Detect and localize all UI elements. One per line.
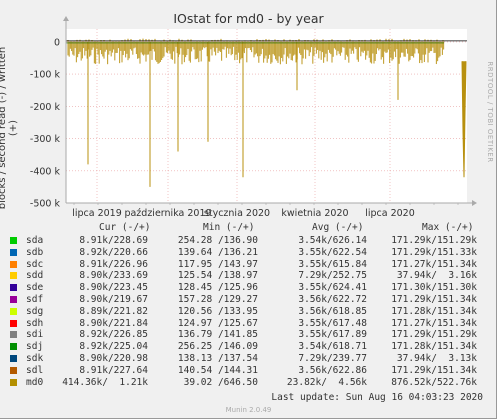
x-axis-arrow — [472, 200, 477, 206]
legend-value-avg: 7.29k/252.75 — [298, 270, 367, 282]
legend-swatch — [10, 378, 17, 386]
last-update: Last update: Sun Aug 16 04:03:23 2020 — [271, 392, 483, 403]
x-tick-label: lipca 2019 — [72, 208, 122, 219]
legend-swatch — [10, 296, 17, 303]
legend-value-min: 138.13 /137.54 — [177, 353, 258, 364]
legend-value-cur: 8.90k/219.67 — [79, 294, 148, 305]
legend-value-min: 125.54 /138.97 — [177, 270, 258, 282]
legend-value-cur: 8.90k/233.69 — [79, 270, 148, 282]
legend-value-avg: 3.56k/618.85 — [298, 305, 367, 317]
legend-swatch — [10, 260, 17, 268]
legend-value-max: 171.29k/151.33k — [391, 246, 477, 258]
legend-value-max: 876.52k/522.76k — [391, 376, 477, 388]
legend-value-max: 37.94k/ 3.16k — [396, 270, 477, 282]
legend-value-max: 171.28k/151.34k — [391, 341, 477, 353]
legend-value-max: 171.29k/151.29k — [391, 329, 477, 341]
legend-value-cur: 8.89k/221.82 — [79, 305, 148, 317]
legend-value-cur: 8.90k/220.98 — [79, 353, 148, 364]
legend-value-min: 139.64 /136.21 — [177, 246, 258, 258]
x-tick-label: października 2019 — [124, 208, 211, 219]
legend-swatch — [10, 319, 17, 327]
legend-value-avg: 3.54k/626.14 — [298, 235, 367, 246]
y-tick-label: 0 — [54, 37, 60, 48]
legend-value-avg: 3.56k/622.86 — [298, 364, 367, 376]
legend-value-max: 171.28k/151.34k — [391, 305, 477, 317]
legend-swatch — [10, 237, 17, 244]
legend-value-max: 171.29k/151.29k — [391, 235, 477, 246]
legend-value-cur: 8.90k/223.45 — [79, 282, 148, 294]
legend-value-cur: 8.91k/228.69 — [79, 235, 148, 246]
munin-version: Munin 2.0.49 — [225, 406, 272, 414]
legend-value-max: 171.29k/151.34k — [391, 294, 477, 305]
legend-header-avg: Avg (-/+) — [312, 222, 364, 233]
legend-value-avg: 3.55k/617.48 — [298, 317, 367, 329]
legend-value-min: 39.02 /646.50 — [183, 376, 258, 388]
x-tick-label: stycznia 2020 — [204, 208, 270, 219]
plot-area: 0 -100 k -200 k -300 k -400 k -500 k lipca 201… — [30, 16, 477, 219]
x-tick-label: lipca 2020 — [365, 208, 415, 219]
legend-value-avg: 3.55k/617.89 — [298, 329, 367, 341]
legend-value-min: 128.45 /125.96 — [177, 282, 258, 294]
legend-value-max: 171.30k/151.30k — [391, 282, 477, 294]
x-tick-label: kwietnia 2020 — [281, 208, 348, 219]
legend-header-max: Max (-/+) — [422, 222, 474, 233]
legend-value-max: 171.29k/151.34k — [391, 364, 477, 376]
legend-swatch — [10, 355, 17, 362]
legend-value-avg: 7.29k/239.77 — [298, 353, 367, 364]
y-tick-label: -500 k — [30, 199, 61, 210]
legend-value-max: 171.27k/151.34k — [391, 317, 477, 329]
y-tick-label: -200 k — [30, 102, 61, 113]
legend-header-min: Min (-/+) — [203, 222, 255, 233]
legend-value-avg: 3.55k/622.54 — [298, 246, 367, 258]
legend-value-avg: 3.55k/624.41 — [298, 282, 367, 294]
legend-swatch — [10, 272, 17, 280]
legend-swatch — [10, 366, 17, 374]
y-tick-label: -100 k — [30, 70, 61, 81]
legend-value-cur: 8.91k/226.96 — [79, 258, 148, 270]
legend-value-avg: 3.54k/618.71 — [298, 341, 367, 353]
legend-value-cur: 8.91k/227.64 — [79, 364, 148, 376]
legend-value-min: 124.97 /125.67 — [177, 317, 258, 329]
legend-value-cur: 8.92k/226.85 — [79, 329, 148, 341]
legend-value-max: 171.27k/151.34k — [391, 258, 477, 270]
legend-swatch — [10, 331, 17, 339]
legend-value-min: 120.56 /133.95 — [177, 305, 258, 317]
legend-value-cur: 414.36k/ 1.21k — [62, 376, 148, 388]
legend-value-cur: 8.92k/220.66 — [79, 246, 148, 258]
legend-value-min: 157.28 /129.27 — [177, 294, 258, 305]
legend-value-avg: 3.55k/615.84 — [298, 258, 367, 270]
y-tick-label: -300 k — [30, 134, 61, 145]
legend-value-avg: 3.56k/622.72 — [298, 294, 367, 305]
y-tick-label: -400 k — [30, 166, 61, 177]
legend-header-cur: Cur (-/+) — [99, 222, 151, 233]
legend-value-min: 117.95 /143.97 — [177, 258, 258, 270]
legend-value-max: 37.94k/ 3.13k — [396, 353, 477, 364]
legend-value-min: 256.25 /146.09 — [177, 341, 258, 353]
legend-value-min: 140.54 /144.31 — [177, 364, 258, 376]
legend-value-cur: 8.90k/221.84 — [79, 317, 148, 329]
legend-value-avg: 23.82k/ 4.56k — [286, 376, 367, 388]
legend-value-cur: 8.92k/225.04 — [79, 341, 148, 353]
legend-swatch — [10, 284, 17, 292]
y-axis-arrow — [63, 16, 69, 21]
legend-value-min: 136.79 /141.85 — [177, 329, 258, 341]
legend-swatch — [10, 343, 17, 351]
legend-swatch — [10, 248, 17, 256]
legend-swatch — [10, 307, 17, 315]
legend-value-min: 254.28 /136.90 — [177, 235, 258, 246]
